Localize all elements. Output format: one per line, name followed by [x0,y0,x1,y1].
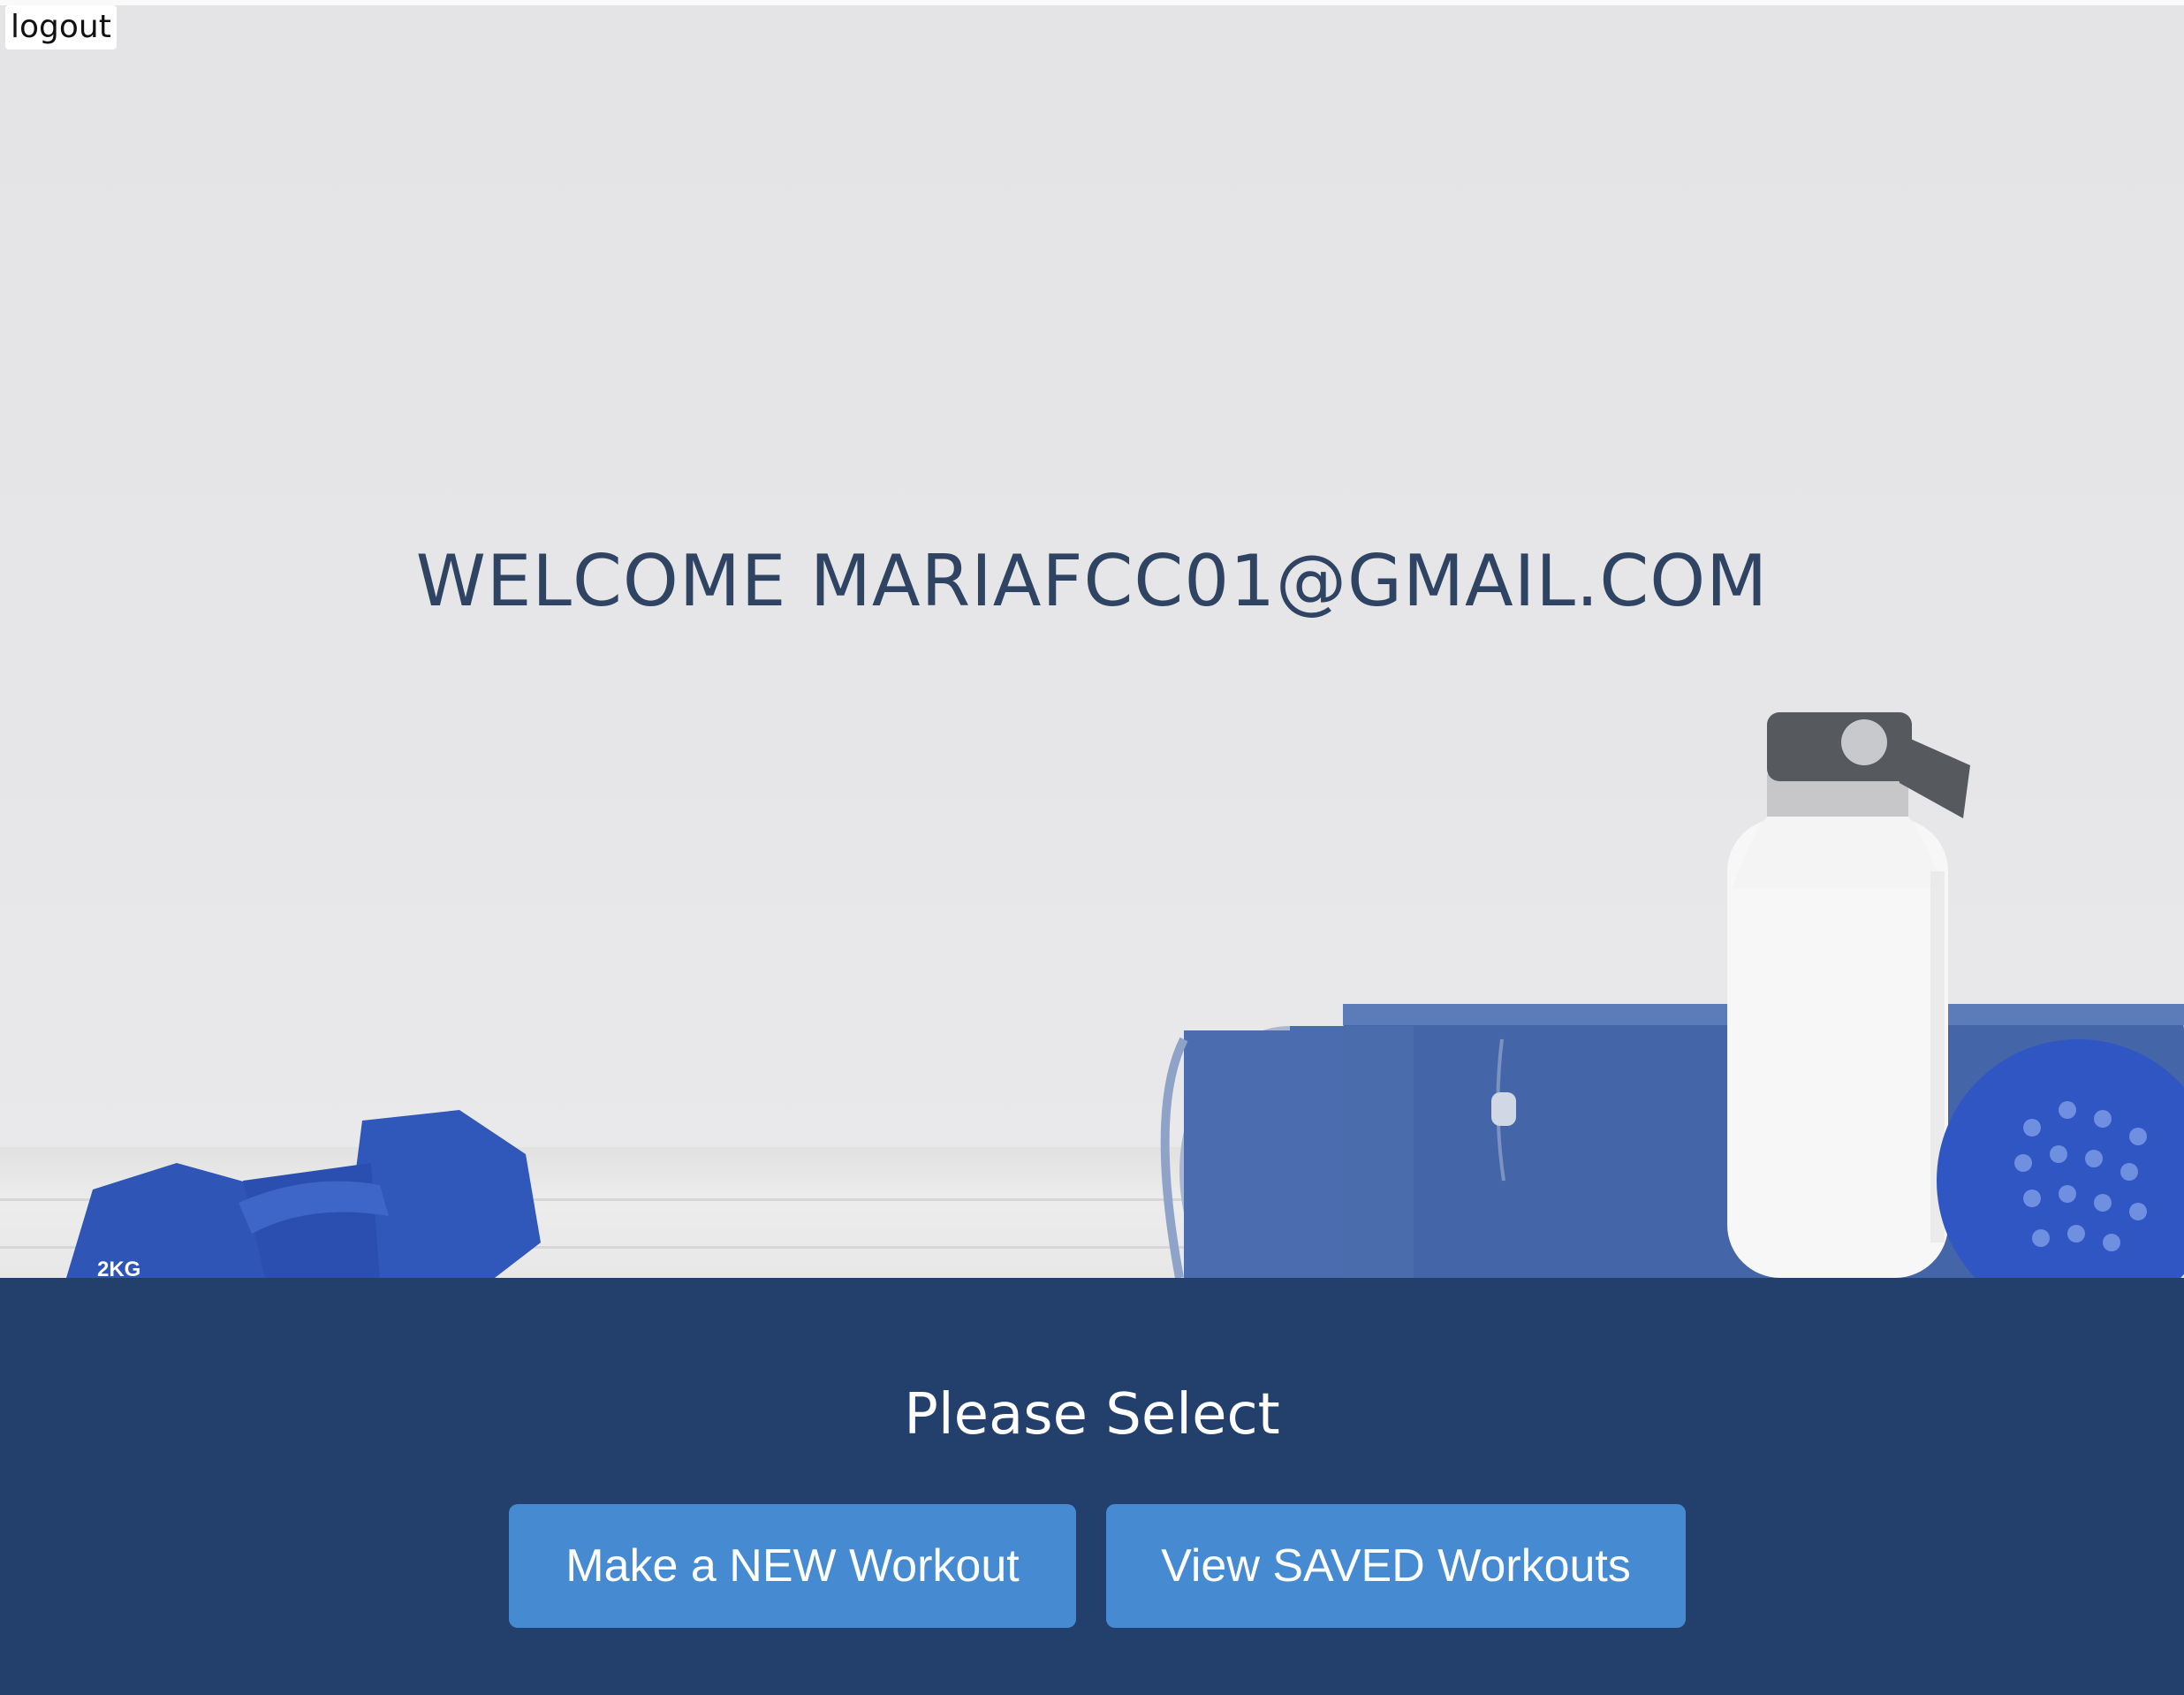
view-saved-workouts-button[interactable]: View SAVED Workouts [1106,1504,1686,1628]
welcome-heading: WELCOME MARIAFCC01@GMAIL.COM [415,540,1769,622]
dumbbell-icon: 2KG [66,1110,541,1278]
fitness-equipment-illustration: 2KG [66,712,2184,1278]
please-select-heading: Please Select [904,1382,1280,1448]
hero-section: 2KG WELCOME MARIAFCC01@GMAIL.COM [0,5,2184,1278]
logout-link[interactable]: logout [5,5,117,49]
make-new-workout-button[interactable]: Make a NEW Workout [509,1504,1076,1628]
page: 2KG WELCOME MARIAFCC01@GMAIL.COM logout … [0,0,2184,1695]
selection-panel: Please Select Make a NEW Workout View SA… [0,1278,2184,1695]
svg-text:2KG: 2KG [97,1258,140,1278]
water-bottle-icon [1727,712,1970,1278]
